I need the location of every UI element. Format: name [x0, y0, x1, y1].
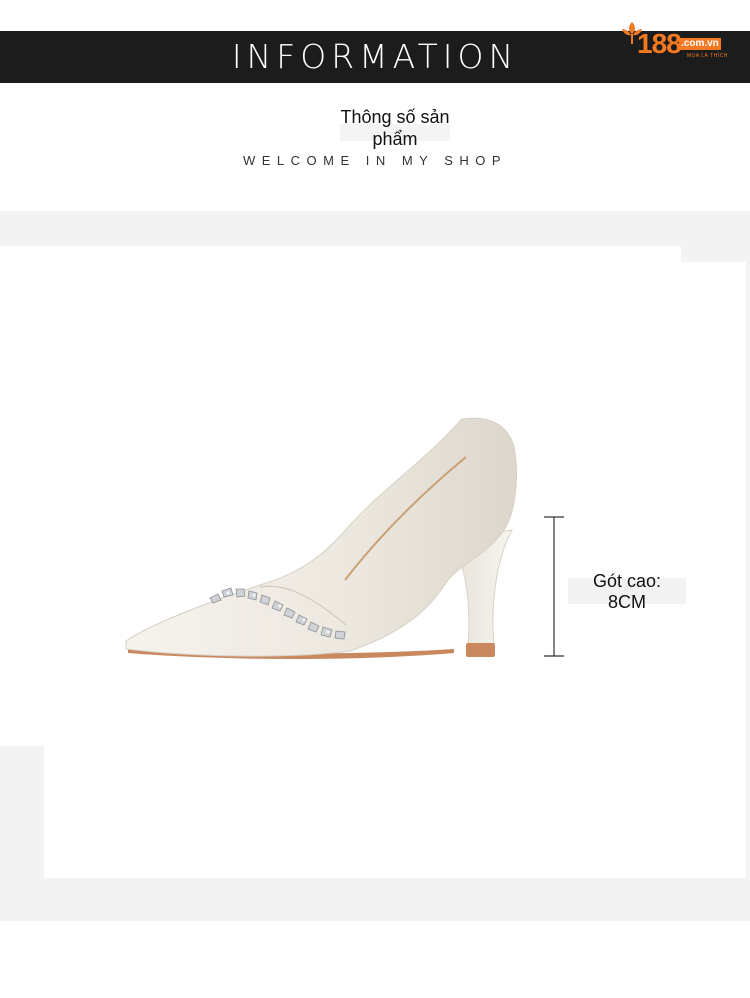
heel-height-label: Gót cao: 8CM: [568, 571, 686, 613]
heel-label-line-2: 8CM: [607, 592, 646, 612]
subtitle-line-1: Thông số sản: [340, 107, 450, 127]
high-heel-shoe-image: [125, 417, 518, 659]
heel-label-line-1: Gót cao:: [592, 571, 662, 591]
photo-frame-edge: [0, 746, 44, 878]
welcome-tagline: WELCOME IN MY SHOP: [242, 153, 508, 168]
logo-domain: .com.vn: [679, 38, 721, 50]
brand-logo[interactable]: 188 .com.vn MUA LÀ THÍCH: [620, 20, 732, 66]
logo-tagline: MUA LÀ THÍCH: [687, 53, 728, 59]
heel-height-measure-line: [544, 516, 564, 657]
section-subtitle: Thông số sản phẩm: [300, 106, 490, 150]
photo-frame-corner: [681, 246, 750, 262]
subtitle-line-2: phẩm: [372, 129, 418, 149]
logo-number: 188: [637, 28, 682, 59]
